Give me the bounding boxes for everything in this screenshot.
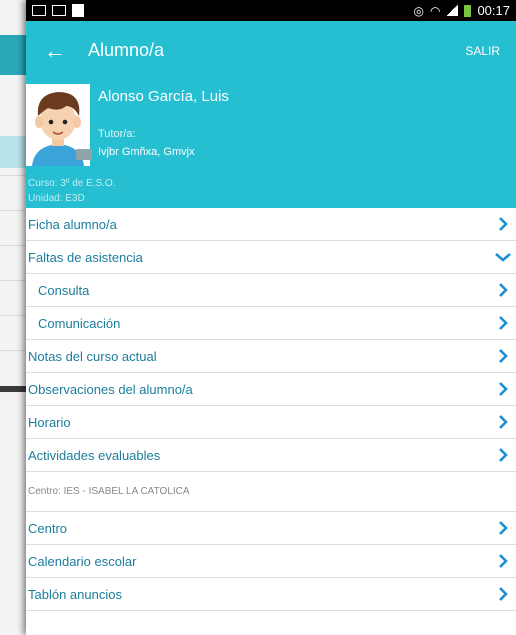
chevron-right-icon: [490, 521, 516, 535]
menu-item-label: Tablón anuncios: [28, 586, 122, 602]
usb-icon: [52, 5, 66, 16]
student-header: Alonso García, Luis Tutor/a: Ivjbr Gmñxa…: [26, 80, 516, 208]
chevron-right-icon: [490, 448, 516, 462]
menu-item-label: Centro: [28, 520, 68, 536]
tutor-label: Tutor/a:: [98, 128, 136, 140]
menu-item-observaciones[interactable]: Observaciones del alumno/a: [26, 373, 516, 406]
signal-icon: [446, 5, 459, 16]
menu-item-label: Actividades evaluables: [28, 447, 161, 463]
battery-icon: [464, 4, 472, 17]
menu-item-label: Consulta: [38, 282, 90, 298]
chevron-right-icon: [490, 415, 516, 429]
menu-item-horario[interactable]: Horario: [26, 406, 516, 439]
menu-item-ficha[interactable]: Ficha alumno/a: [26, 208, 516, 241]
logout-button[interactable]: SALIR: [465, 44, 500, 58]
page-title: Alumno/a: [88, 40, 165, 60]
menu-item-notas[interactable]: Notas del curso actual: [26, 340, 516, 373]
menu-item-label: Faltas de asistencia: [28, 249, 143, 265]
menu-item-label: Calendario escolar: [28, 553, 137, 569]
menu-item-label: Ficha alumno/a: [28, 216, 117, 232]
chevron-right-icon: [490, 587, 516, 601]
status-bar: ◎ ◠ 00:17: [26, 0, 516, 21]
menu-item-centro[interactable]: Centro: [26, 512, 516, 545]
app-toolbar: ← Alumno/a SALIR: [26, 21, 516, 80]
student-name: Alonso García, Luis: [98, 88, 229, 105]
chevron-down-icon: [490, 252, 516, 262]
back-arrow-icon[interactable]: ←: [26, 38, 78, 64]
clock: 00:17: [477, 3, 510, 18]
menu-item-label: Observaciones del alumno/a: [28, 381, 193, 397]
menu-item-comunicacion[interactable]: Comunicación: [26, 307, 516, 340]
chevron-right-icon: [490, 217, 516, 231]
menu-item-tablon[interactable]: Tablón anuncios: [26, 578, 516, 611]
phone-screen: ◎ ◠ 00:17 ← Alumno/a SALIR Alonso García…: [26, 0, 516, 635]
camera-icon[interactable]: [76, 149, 92, 160]
chevron-right-icon: [490, 316, 516, 330]
menu-item-label: Comunicación: [38, 315, 121, 331]
section-label-centro: Centro: IES - ISABEL LA CATOLICA: [26, 472, 516, 512]
menu-item-label: Horario: [28, 414, 71, 430]
menu-item-consulta[interactable]: Consulta: [26, 274, 516, 307]
gallery-icon: [32, 5, 46, 16]
unit-info: Unidad: E3D: [28, 193, 85, 204]
sim-icon: [72, 4, 84, 17]
menu-item-actividades[interactable]: Actividades evaluables: [26, 439, 516, 472]
menu-item-calendario[interactable]: Calendario escolar: [26, 545, 516, 578]
chevron-right-icon: [490, 554, 516, 568]
chevron-right-icon: [490, 283, 516, 297]
chevron-right-icon: [490, 382, 516, 396]
eye-icon: ◎: [413, 3, 424, 18]
menu-item-faltas[interactable]: Faltas de asistencia: [26, 241, 516, 274]
student-menu: Ficha alumno/a Faltas de asistencia Cons…: [26, 208, 516, 611]
wifi-icon: ◠: [429, 3, 441, 18]
course-info: Curso: 3º de E.S.O.: [28, 178, 116, 189]
menu-item-label: Notas del curso actual: [28, 348, 157, 364]
chevron-right-icon: [490, 349, 516, 363]
tutor-name: Ivjbr Gmñxa, Gmvjx: [98, 146, 195, 158]
